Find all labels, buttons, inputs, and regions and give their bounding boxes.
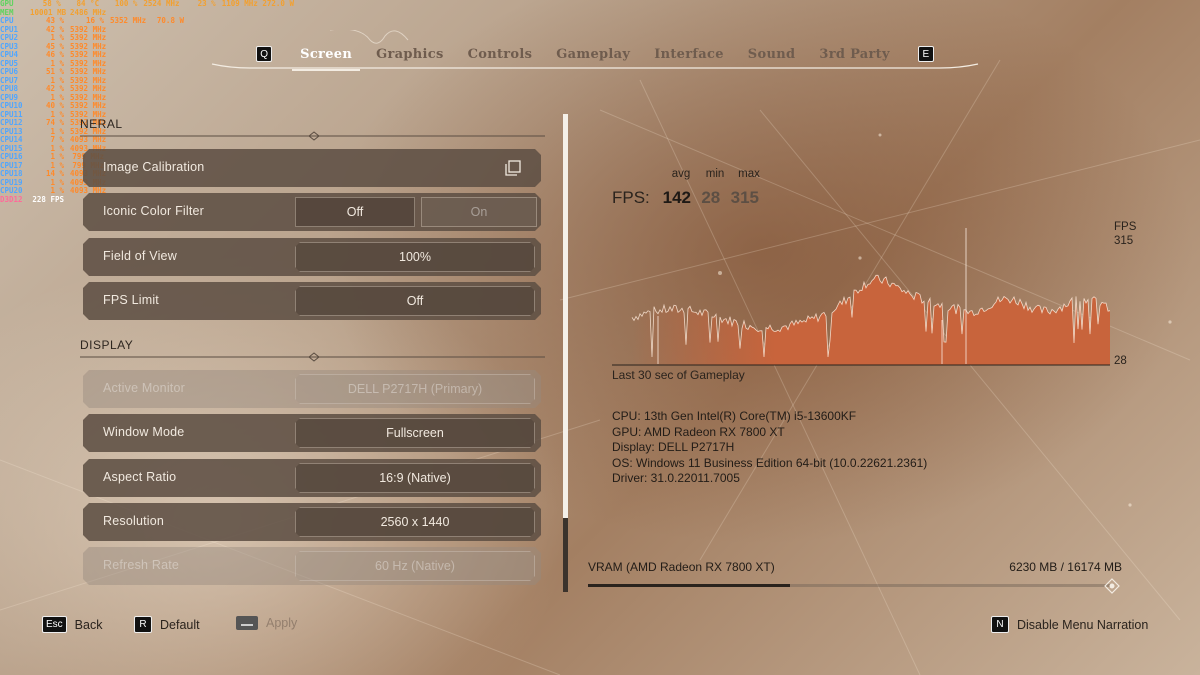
- overlay-row-value: 2524 MHz: [143, 0, 180, 8]
- vram-bar: [588, 584, 1112, 587]
- back-button[interactable]: Esc Back: [42, 616, 102, 633]
- tab-3rd-party[interactable]: 3rd Party: [807, 47, 901, 62]
- sysinfo-gpu: GPU: AMD Radeon RX 7800 XT: [612, 424, 785, 439]
- overlay-row: CPU9 1 % 5392 MHz: [0, 93, 300, 103]
- sysinfo-cpu: CPU: 13th Gen Intel(R) Core(TM) i5-13600…: [612, 409, 857, 423]
- graph-max-label: 315: [1114, 235, 1134, 247]
- overlay-row: MEM 10001 MB 2486 MHz: [0, 8, 300, 18]
- overlay-row: CPU10 40 % 5392 MHz: [0, 101, 300, 111]
- fps-graph-area: [632, 275, 1110, 365]
- fov-label: Field of View: [103, 249, 177, 263]
- color-filter-on-option[interactable]: On: [421, 197, 537, 227]
- active-monitor-value: DELL P2717H (Primary): [295, 374, 535, 404]
- vram-bar-end-ornament: [1104, 578, 1120, 594]
- refresh-rate-value: 60 Hz (Native): [295, 551, 535, 581]
- external-window-icon: [505, 160, 521, 176]
- overlay-row-value: 100 %: [114, 0, 138, 8]
- graph-caption: Last 30 sec of Gameplay: [612, 368, 745, 382]
- overlay-row: CPU 43 % 16 % 5352 MHz 70.8 W: [0, 16, 300, 26]
- row-field-of-view[interactable]: Field of View 100%: [83, 238, 541, 276]
- next-tab-key[interactable]: E: [917, 46, 934, 62]
- color-filter-label: Iconic Color Filter: [103, 204, 205, 218]
- system-info: CPU: 13th Gen Intel(R) Core(TM) i5-13600…: [612, 409, 927, 487]
- row-image-calibration[interactable]: Image Calibration: [83, 149, 541, 187]
- esc-key-icon: Esc: [42, 616, 67, 633]
- row-refresh-rate: Refresh Rate 60 Hz (Native): [83, 547, 541, 585]
- section-title-general: NERAL: [80, 117, 123, 131]
- row-iconic-color-filter: Iconic Color Filter Off On: [83, 193, 541, 231]
- fov-value[interactable]: 100%: [295, 242, 535, 272]
- back-label: Back: [74, 617, 103, 632]
- window-mode-label: Window Mode: [103, 425, 185, 439]
- fps-max-value: 315: [730, 188, 759, 207]
- graph-min-label: 28: [1114, 355, 1127, 367]
- overlay-row-value: 23 %: [197, 0, 216, 8]
- sysinfo-display: Display: DELL P2717H: [612, 440, 735, 454]
- fps-summary: FPS: 142 28 315: [612, 188, 762, 208]
- settings-scrollbar-thumb[interactable]: [563, 518, 568, 592]
- section-divider: [80, 352, 545, 362]
- prev-tab-key[interactable]: Q: [256, 46, 273, 62]
- sysinfo-os: OS: Windows 11 Business Edition 64-bit (…: [612, 455, 928, 470]
- vram-bar-fill: [588, 584, 790, 587]
- overlay-row-value: 70.8 W: [156, 16, 184, 25]
- row-aspect-ratio[interactable]: Aspect Ratio 16:9 (Native): [83, 459, 541, 497]
- resolution-label: Resolution: [103, 514, 165, 528]
- tab-controls[interactable]: Controls: [456, 47, 545, 62]
- fps-label: FPS:: [612, 188, 650, 207]
- row-fps-limit[interactable]: FPS Limit Off: [83, 282, 541, 320]
- fps-limit-label: FPS Limit: [103, 293, 159, 307]
- overlay-row-label: D3D12: [0, 194, 23, 204]
- vram-label: VRAM (AMD Radeon RX 7800 XT): [588, 560, 775, 574]
- vram-value: 6230 MB / 16174 MB: [1009, 560, 1122, 574]
- default-button[interactable]: R Default: [134, 616, 200, 633]
- tab-sound[interactable]: Sound: [736, 47, 808, 62]
- color-filter-off-option[interactable]: Off: [295, 197, 415, 227]
- r-key-icon: R: [134, 616, 152, 633]
- row-window-mode[interactable]: Window Mode Fullscreen: [83, 414, 541, 452]
- active-monitor-label: Active Monitor: [103, 381, 185, 395]
- disable-narration-button[interactable]: N Disable Menu Narration: [991, 616, 1148, 633]
- overlay-row-value: 5352 MHz: [110, 16, 147, 25]
- n-key-icon: N: [991, 616, 1009, 633]
- top-navigation: Q Screen Graphics Controls Gameplay Inte…: [210, 30, 980, 72]
- tab-screen[interactable]: Screen: [288, 47, 364, 71]
- resolution-value[interactable]: 2560 x 1440: [295, 507, 535, 537]
- fps-max-header: max: [738, 168, 760, 180]
- row-active-monitor: Active Monitor DELL P2717H (Primary): [83, 370, 541, 408]
- fps-avg-value: 142: [662, 188, 691, 207]
- overlay-row: CPU8 42 % 5392 MHz: [0, 84, 300, 94]
- fps-min-value: 28: [701, 188, 721, 207]
- disable-narration-label: Disable Menu Narration: [1017, 617, 1149, 632]
- row-resolution[interactable]: Resolution 2560 x 1440: [83, 503, 541, 541]
- overlay-row-value: 272.0 W: [262, 0, 294, 8]
- default-label: Default: [160, 617, 200, 632]
- overlay-row-value: 1109 MHz: [221, 0, 258, 8]
- fps-avg-header: avg: [671, 168, 691, 180]
- tab-gameplay[interactable]: Gameplay: [544, 47, 642, 62]
- refresh-rate-label: Refresh Rate: [103, 558, 180, 572]
- apply-label: Apply: [266, 616, 298, 630]
- overlay-row: CPU7 1 % 5392 MHz: [0, 76, 300, 86]
- graph-unit-label: FPS: [1114, 221, 1137, 233]
- aspect-ratio-value[interactable]: 16:9 (Native): [295, 463, 535, 493]
- fps-min-header: min: [705, 168, 725, 180]
- fps-limit-value[interactable]: Off: [295, 286, 535, 316]
- overlay-row-value: 228 FPS: [32, 194, 64, 204]
- settings-list: NERAL Image Calibration Iconic Color Fil…: [80, 112, 550, 592]
- tab-graphics[interactable]: Graphics: [364, 47, 456, 62]
- window-mode-value[interactable]: Fullscreen: [295, 418, 535, 448]
- tab-bar: Q Screen Graphics Controls Gameplay Inte…: [210, 42, 980, 71]
- tab-interface[interactable]: Interface: [642, 47, 736, 62]
- sysinfo-driver: Driver: 31.0.22011.7005: [612, 471, 740, 485]
- apply-button[interactable]: Apply: [236, 616, 297, 630]
- fps-headers: avg min max: [664, 168, 766, 180]
- aspect-ratio-label: Aspect Ratio: [103, 470, 177, 484]
- section-divider: [80, 131, 545, 141]
- fps-graph: [612, 228, 1111, 366]
- section-title-display: DISPLAY: [80, 338, 134, 352]
- spacebar-key-icon: [236, 616, 258, 630]
- image-calibration-label: Image Calibration: [103, 160, 205, 174]
